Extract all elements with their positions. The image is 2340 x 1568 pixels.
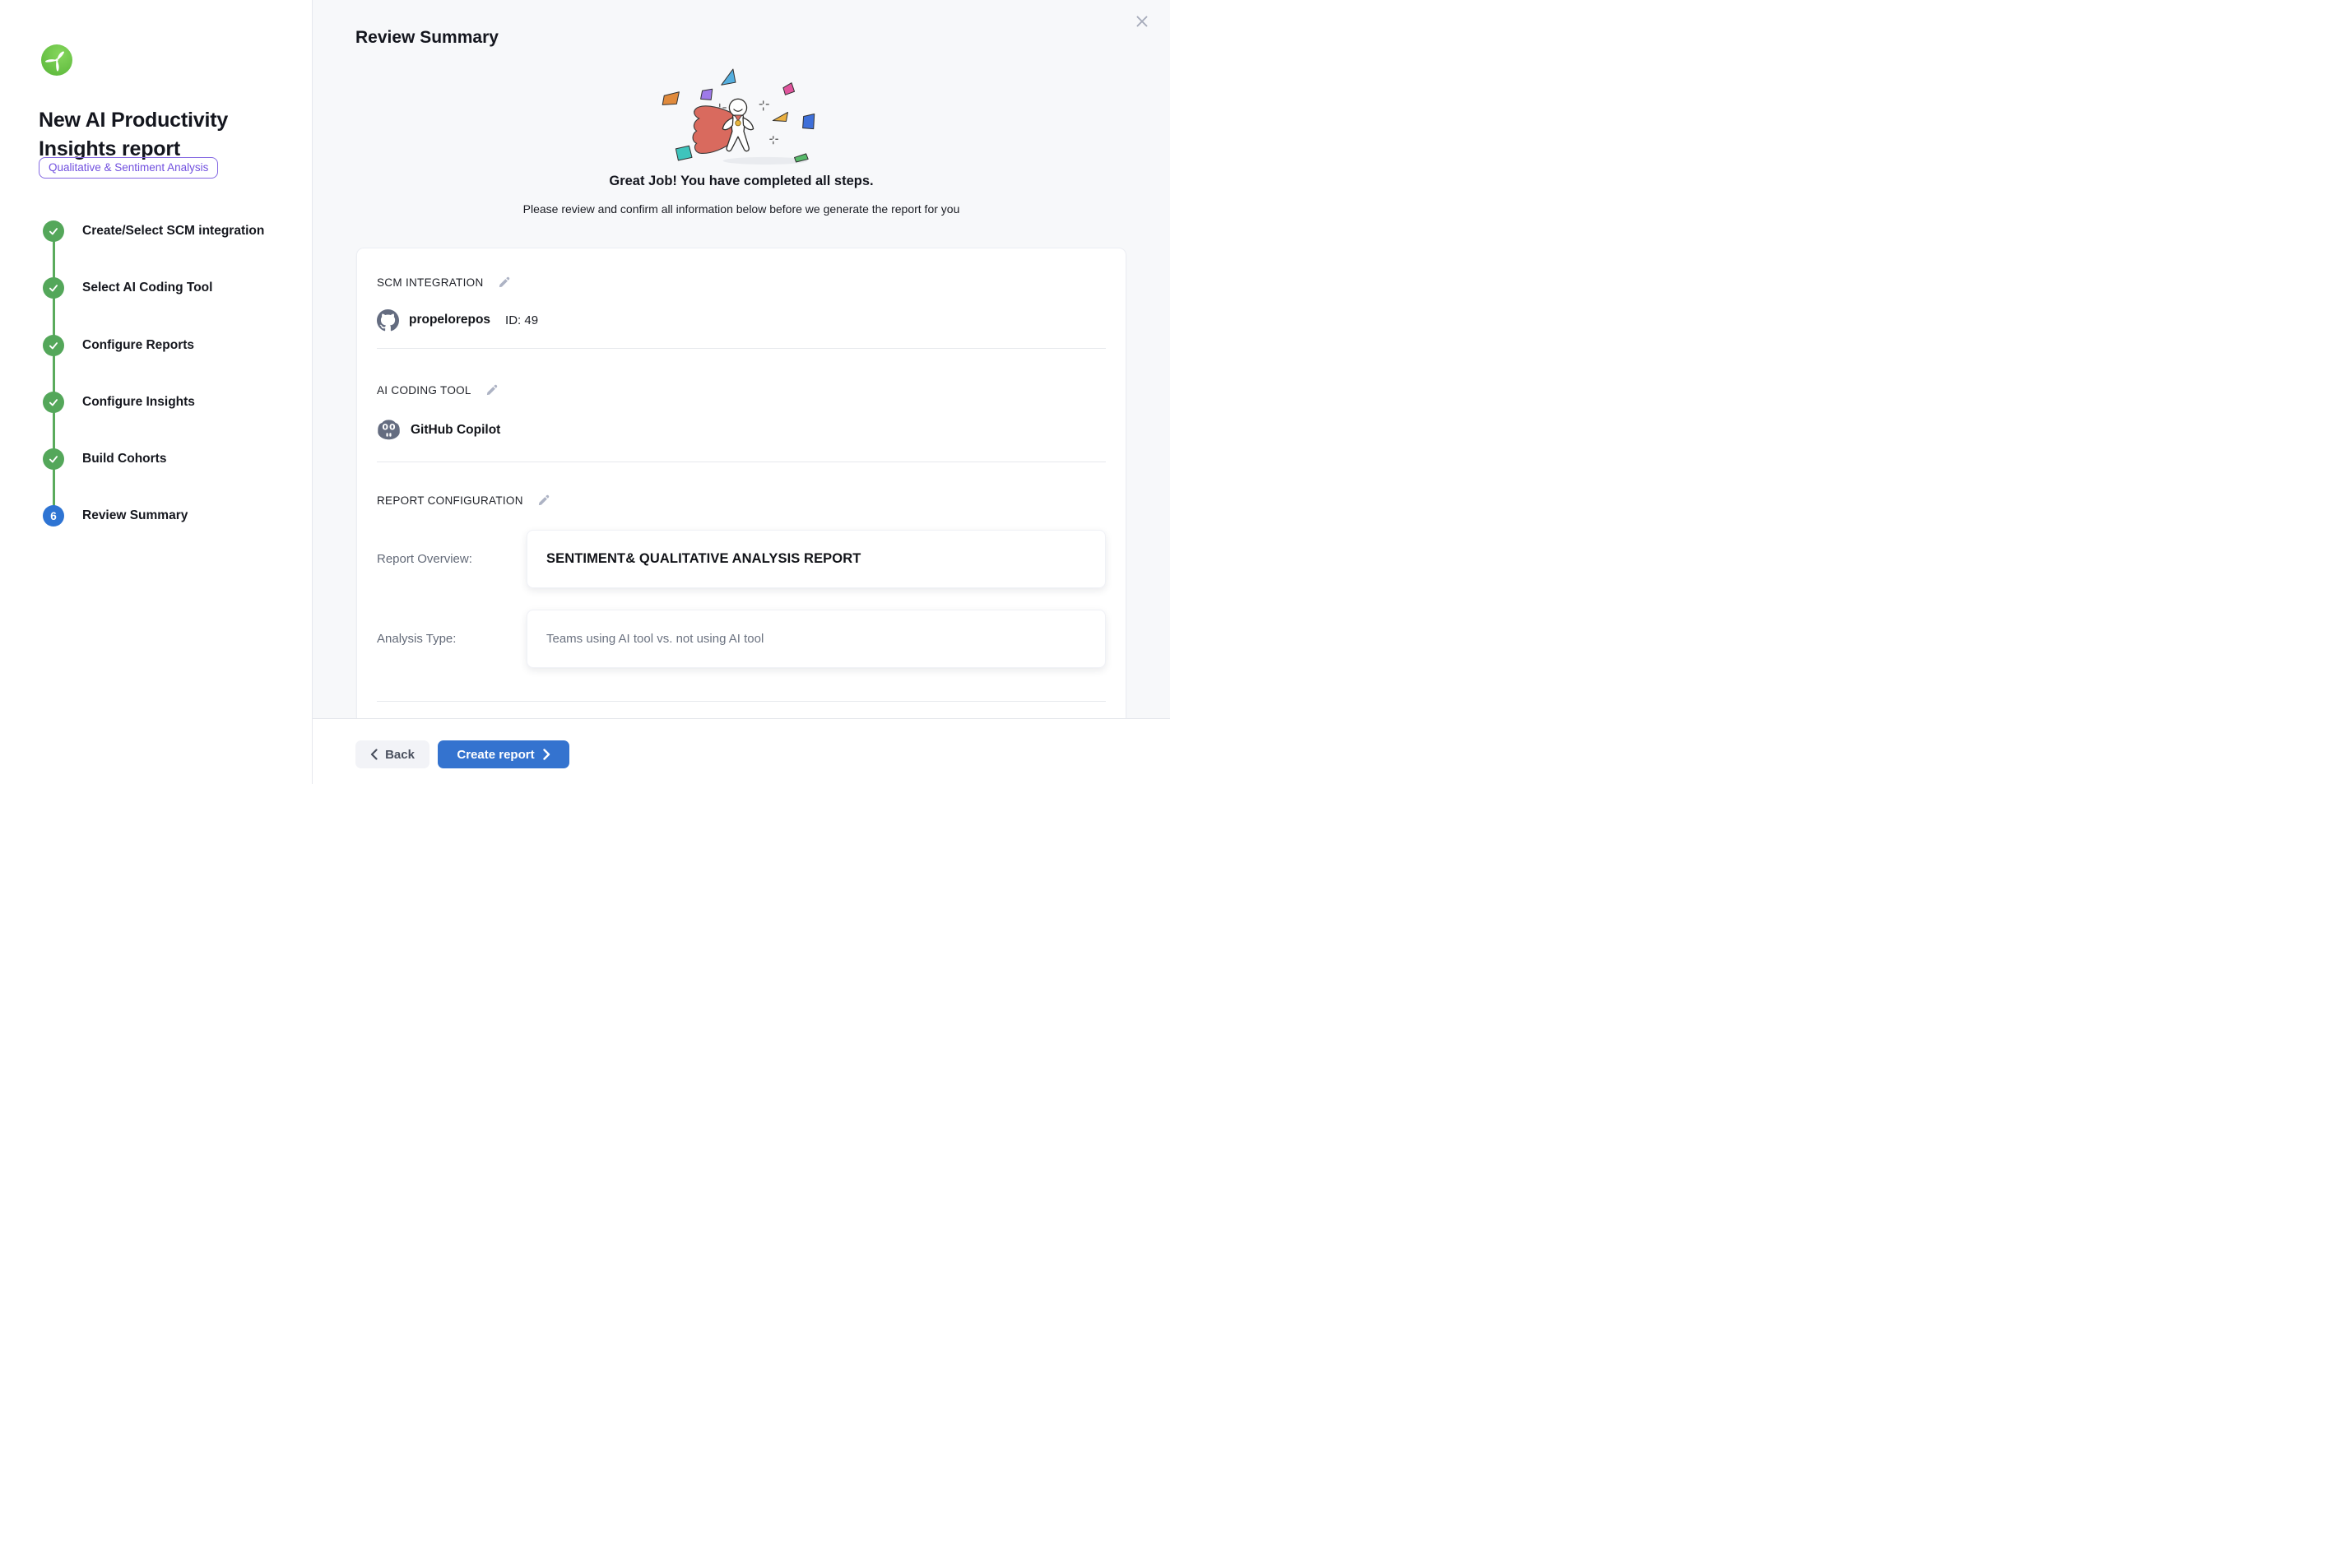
scm-section-label: SCM INTEGRATION xyxy=(377,276,484,289)
step-check-circle xyxy=(43,392,64,413)
celebration-illustration xyxy=(654,66,829,169)
wizard-title: New AI Productivity Insights report xyxy=(39,106,286,164)
check-icon xyxy=(48,397,59,408)
ai-tool-name: GitHub Copilot xyxy=(411,423,500,438)
congrats-subtitle: Please review and confirm all informatio… xyxy=(313,202,1170,216)
report-wizard-window: New AI Productivity Insights report Qual… xyxy=(0,0,1170,784)
report-overview-value-box: SENTIMENT& QUALITATIVE ANALYSIS REPORT xyxy=(527,530,1106,588)
step-check-circle xyxy=(43,448,64,470)
copilot-icon xyxy=(377,419,401,441)
analysis-type-value-box: Teams using AI tool vs. not using AI too… xyxy=(527,610,1106,668)
step-configure-insights[interactable]: Configure Insights xyxy=(43,392,264,413)
back-button-label: Back xyxy=(385,748,415,762)
check-icon xyxy=(48,453,59,465)
app-logo xyxy=(41,44,72,76)
congrats-title: Great Job! You have completed all steps. xyxy=(313,174,1170,189)
step-label: Select AI Coding Tool xyxy=(82,281,212,295)
analysis-type-value: Teams using AI tool vs. not using AI too… xyxy=(546,632,764,646)
analysis-type-row: Analysis Type: Teams using AI tool vs. n… xyxy=(377,610,1106,668)
create-report-button-label: Create report xyxy=(457,748,534,762)
step-label: Configure Insights xyxy=(82,395,195,410)
step-review-summary[interactable]: 6 Review Summary xyxy=(43,505,264,527)
check-icon xyxy=(48,282,59,294)
create-report-button[interactable]: Create report xyxy=(438,740,569,768)
edit-scm-icon[interactable] xyxy=(498,276,511,289)
report-type-badge: Qualitative & Sentiment Analysis xyxy=(39,157,218,179)
step-number-circle: 6 xyxy=(43,505,64,527)
divider xyxy=(377,701,1106,702)
report-overview-value: SENTIMENT& QUALITATIVE ANALYSIS REPORT xyxy=(546,551,861,567)
wizard-stepper: Create/Select SCM integration Select AI … xyxy=(43,220,264,527)
step-check-circle xyxy=(43,277,64,299)
divider xyxy=(377,348,1106,349)
step-label: Build Cohorts xyxy=(82,452,166,466)
report-overview-row: Report Overview: SENTIMENT& QUALITATIVE … xyxy=(377,530,1106,588)
step-build-cohorts[interactable]: Build Cohorts xyxy=(43,448,264,470)
step-check-circle xyxy=(43,220,64,242)
report-config-section-label: REPORT CONFIGURATION xyxy=(377,494,523,507)
github-icon xyxy=(377,309,399,332)
review-summary-panel: Review Summary xyxy=(313,0,1170,784)
step-select-ai-tool[interactable]: Select AI Coding Tool xyxy=(43,277,264,299)
step-label: Review Summary xyxy=(82,508,188,523)
chevron-left-icon xyxy=(370,749,378,760)
stepper-rail xyxy=(53,231,55,516)
chevron-right-icon xyxy=(543,749,550,760)
edit-report-config-icon[interactable] xyxy=(537,494,550,507)
analysis-type-label: Analysis Type: xyxy=(377,632,527,646)
ai-tool-row: GitHub Copilot xyxy=(377,418,1106,442)
summary-card: SCM INTEGRATION propelorepos ID: 49 AI C… xyxy=(356,248,1126,718)
tool-section-label: AI CODING TOOL xyxy=(377,384,471,397)
edit-tool-icon[interactable] xyxy=(485,383,499,397)
report-overview-label: Report Overview: xyxy=(377,552,527,566)
scm-id: ID: 49 xyxy=(505,313,538,327)
check-icon xyxy=(48,340,59,351)
step-check-circle xyxy=(43,335,64,356)
scm-name: propelorepos xyxy=(409,313,490,327)
back-button[interactable]: Back xyxy=(355,740,429,768)
step-configure-reports[interactable]: Configure Reports xyxy=(43,335,264,356)
step-create-select-scm[interactable]: Create/Select SCM integration xyxy=(43,220,264,242)
panel-title: Review Summary xyxy=(355,28,499,48)
wizard-sidebar: New AI Productivity Insights report Qual… xyxy=(0,0,313,784)
scm-integration-row: propelorepos ID: 49 xyxy=(377,308,1106,332)
step-label: Configure Reports xyxy=(82,338,194,353)
step-label: Create/Select SCM integration xyxy=(82,224,264,239)
close-icon[interactable] xyxy=(1134,13,1150,30)
propeller-logo-icon xyxy=(41,44,72,76)
check-icon xyxy=(48,225,59,237)
wizard-footer: Back Create report xyxy=(313,718,1170,784)
